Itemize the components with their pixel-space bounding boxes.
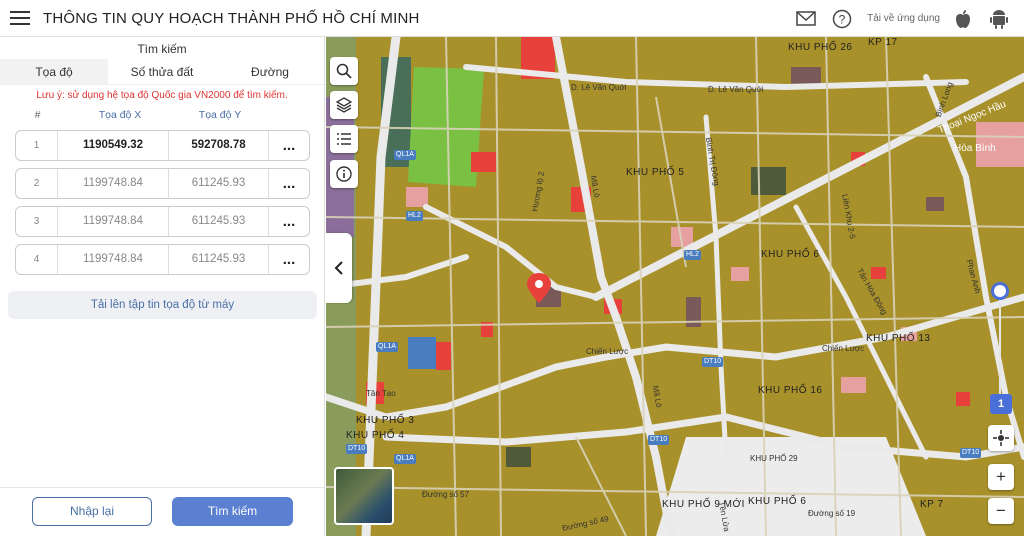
coord-x-input[interactable]: 1199748.84 xyxy=(58,245,169,274)
upload-coordinates-button[interactable]: Tải lên tập tin tọa độ từ máy xyxy=(8,291,317,319)
map-label: KHU PHỐ 5 xyxy=(626,167,685,178)
row-index: 2 xyxy=(16,169,58,198)
coord-y-input[interactable]: 611245.93 xyxy=(169,169,269,198)
coord-x-input[interactable]: 1199748.84 xyxy=(58,169,169,198)
coord-x-input[interactable]: 1190549.32 xyxy=(58,131,169,160)
col-y: Tọa độ Y xyxy=(198,109,242,121)
street-label: D. Lê Văn Quới xyxy=(708,85,764,94)
locate-me-icon[interactable] xyxy=(988,425,1014,451)
info-icon[interactable] xyxy=(330,160,358,188)
map-label: KHU PHỐ 4 xyxy=(346,430,405,441)
road-shield: QL1A xyxy=(394,454,416,464)
street-label: D. Lê Văn Quới xyxy=(571,83,627,92)
col-index: # xyxy=(34,109,41,121)
col-x: Tọa độ X xyxy=(98,109,142,121)
app-download-label: Tải về ứng dụng xyxy=(867,13,940,24)
street-label: Chiến Lược xyxy=(822,344,865,353)
tab-coordinates[interactable]: Tọa độ xyxy=(0,59,108,84)
coord-y-input[interactable]: 611245.93 xyxy=(169,207,269,236)
chevron-left-icon xyxy=(334,261,343,275)
row-index: 3 xyxy=(16,207,58,236)
map-label: KHU PHỐ 29 xyxy=(750,454,798,463)
map-label: KHU PHỐ 9 MỚI xyxy=(662,499,745,510)
zoom-slider-track xyxy=(999,284,1001,394)
collapse-panel-button[interactable] xyxy=(326,233,352,303)
zoom-slider-handle[interactable] xyxy=(991,282,1009,300)
tab-parcel-number[interactable]: Số thửa đất xyxy=(108,59,216,84)
road-shield: HL2 xyxy=(684,250,701,260)
hamburger-menu-icon[interactable] xyxy=(10,11,30,25)
zoom-level-badge: 1 xyxy=(990,394,1012,414)
coordinate-row[interactable]: 2 1199748.84 611245.93 ... xyxy=(15,168,310,199)
road-shield: DT10 xyxy=(648,435,670,445)
svg-text:?: ? xyxy=(839,12,846,26)
zoom-in-button[interactable]: + xyxy=(988,464,1014,490)
more-options-button[interactable]: ... xyxy=(269,212,309,232)
android-icon[interactable] xyxy=(988,8,1010,30)
row-index: 1 xyxy=(16,131,58,160)
map-label: KHU PHỐ 26 xyxy=(788,42,853,53)
reset-button[interactable]: Nhập lại xyxy=(32,497,152,526)
road-shield: DT10 xyxy=(346,444,368,454)
header-actions: ? Tải về ứng dụng xyxy=(795,0,1024,37)
tab-street[interactable]: Đường xyxy=(216,59,324,84)
coordinate-row[interactable]: 3 1199748.84 611245.93 ... xyxy=(15,206,310,237)
street-label: Chiến Lược xyxy=(586,347,629,356)
map-label: KHU PHỐ 3 xyxy=(356,415,415,426)
table-header: # Tọa độ X Tọa độ Y xyxy=(0,109,324,123)
satellite-minimap[interactable] xyxy=(334,467,394,525)
road-shield: DT10 xyxy=(702,357,724,367)
legend-list-icon[interactable] xyxy=(330,125,358,153)
map-label: KHU PHỐ 13 xyxy=(866,333,931,344)
search-panel: Tìm kiếm Tọa độ Số thửa đất Đường Lưu ý:… xyxy=(0,37,325,536)
search-tabs: Tọa độ Số thửa đất Đường xyxy=(0,59,324,85)
top-header: THÔNG TIN QUY HOẠCH THÀNH PHỐ HỒ CHÍ MIN… xyxy=(0,0,1024,37)
more-options-button[interactable]: ... xyxy=(269,174,309,194)
more-options-button[interactable]: ... xyxy=(269,136,309,156)
coord-y-input[interactable]: 592708.78 xyxy=(169,131,269,160)
street-label: Đường số 57 xyxy=(422,490,470,499)
coord-x-input[interactable]: 1199748.84 xyxy=(58,207,169,236)
search-icon[interactable] xyxy=(330,57,358,85)
road-shield: HL2 xyxy=(406,211,423,221)
street-label: Tân Tạo xyxy=(366,389,396,398)
zoom-out-button[interactable]: − xyxy=(988,498,1014,524)
layers-icon[interactable] xyxy=(330,91,358,119)
apple-icon[interactable] xyxy=(952,8,974,30)
road-shield: DT10 xyxy=(960,448,982,458)
road-shield: QL1A xyxy=(376,342,398,352)
more-options-button[interactable]: ... xyxy=(269,250,309,270)
map-label: KHU PHỐ 6 xyxy=(761,249,820,260)
street-label: Đường số 19 xyxy=(808,509,856,518)
panel-footer: Nhập lại Tìm kiếm xyxy=(0,487,325,536)
street-label: Hòa Bình xyxy=(954,143,996,154)
map-canvas xyxy=(326,37,1024,536)
help-icon[interactable]: ? xyxy=(831,8,853,30)
panel-title: Tìm kiếm xyxy=(137,42,187,56)
map-label: KP 7 xyxy=(920,499,944,510)
search-button[interactable]: Tìm kiếm xyxy=(172,497,293,526)
map-label: KP 17 xyxy=(868,37,898,48)
map-label: KHU PHỐ 6 xyxy=(748,496,807,507)
coordinate-row[interactable]: 4 1199748.84 611245.93 ... xyxy=(15,244,310,275)
app-title: THÔNG TIN QUY HOẠCH THÀNH PHỐ HỒ CHÍ MIN… xyxy=(43,9,420,27)
vn2000-note: Lưu ý: sử dụng hệ tọa độ Quốc gia VN2000… xyxy=(36,90,288,101)
mail-icon[interactable] xyxy=(795,8,817,30)
row-index: 4 xyxy=(16,245,58,274)
road-shield: QL1A xyxy=(394,150,416,160)
coord-y-input[interactable]: 611245.93 xyxy=(169,245,269,274)
planning-map[interactable]: KHU PHỐ 26 KP 17 KHU PHỐ 5 KHU PHỐ 6 KHU… xyxy=(326,37,1024,536)
coordinate-row[interactable]: 1 1190549.32 592708.78 ... xyxy=(15,130,310,161)
map-label: KHU PHỐ 16 xyxy=(758,385,823,396)
